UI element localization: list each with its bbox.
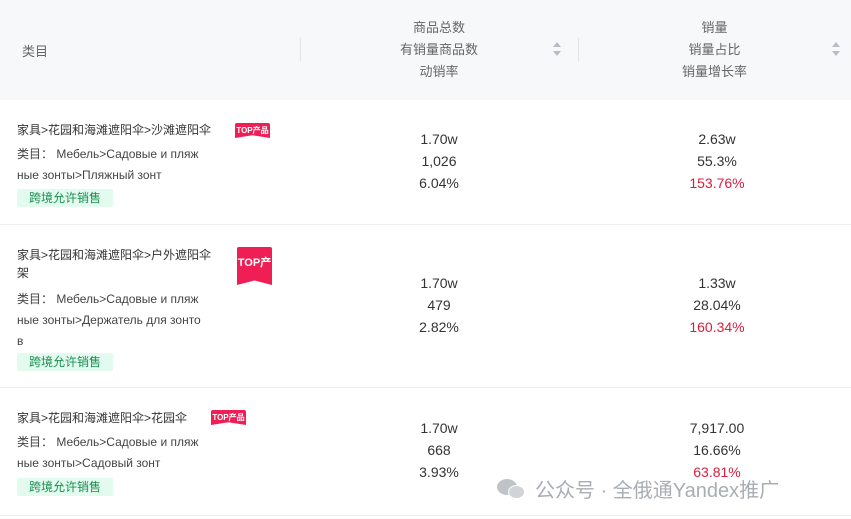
- sales-values: 1.33w 28.04% 160.34%: [578, 272, 851, 338]
- category-subtitle: 类目： Мебель>Садовые и пляж ные зонты>Пляж…: [17, 147, 199, 182]
- total-values: 1.70w 1,026 6.04%: [300, 128, 578, 194]
- cross-border-badge: 跨境允许销售: [17, 189, 114, 207]
- products-with-sales: 1,026: [421, 153, 457, 169]
- table-row[interactable]: 家具>花园和海滩遮阳伞>户外遮阳伞 架 TOP产品 类目： Мебель>Сад…: [0, 225, 851, 388]
- product-total: 1.70w: [420, 275, 458, 291]
- header-sales-column: 销量 销量占比 销量增长率: [578, 0, 851, 100]
- category-path[interactable]: 家具>花园和海滩遮阳伞>户外遮阳伞 架: [17, 246, 229, 282]
- watermark-text: 公众号 · 全俄通Yandex推广: [535, 480, 780, 502]
- header-total-column: 商品总数 有销量商品数 动销率: [300, 0, 578, 100]
- header-growth-label: 销量增长率: [681, 64, 747, 79]
- top-product-tag: TOP产品: [237, 247, 272, 285]
- cross-border-badge: 跨境允许销售: [17, 478, 114, 496]
- sales-share: 28.04%: [693, 297, 741, 313]
- wechat-icon: [497, 477, 527, 501]
- sales-values: 2.63w 55.3% 153.76%: [578, 128, 851, 194]
- products-with-sales: 668: [427, 442, 451, 458]
- sales-volume: 2.63w: [698, 131, 736, 147]
- header-share-label: 销量占比: [688, 42, 741, 57]
- sort-total-icon[interactable]: [553, 42, 561, 56]
- total-values: 1.70w 479 2.82%: [300, 272, 578, 338]
- table-header: 类目 商品总数 有销量商品数 动销率 销量 销量占比 销量增长率: [0, 0, 851, 100]
- category-subtitle: 类目： Мебель>Садовые и пляж ные зонты>Садо…: [17, 435, 199, 470]
- sales-volume: 7,917.00: [689, 420, 745, 436]
- cross-border-badge: 跨境允许销售: [17, 353, 114, 371]
- category-subtitle: 类目： Мебель>Садовые и пляж ные зонты>Держ…: [17, 292, 201, 348]
- header-sell-rate-label: 动销率: [419, 64, 459, 79]
- header-with-sales-label: 有销量商品数: [399, 42, 478, 57]
- product-total: 1.70w: [420, 131, 458, 147]
- category-path[interactable]: 家具>花园和海滩遮阳伞>花园伞: [17, 409, 229, 427]
- sales-volume: 1.33w: [698, 275, 736, 291]
- sell-through-rate: 2.82%: [419, 319, 459, 335]
- products-with-sales: 479: [427, 297, 451, 313]
- watermark: 公众号 · 全俄通Yandex推广: [497, 474, 779, 503]
- sales-growth: 160.34%: [689, 319, 745, 335]
- sales-share: 16.66%: [693, 442, 741, 458]
- header-total-label: 商品总数: [412, 20, 465, 35]
- header-category: 类目: [22, 43, 49, 59]
- sell-through-rate: 6.04%: [419, 175, 459, 191]
- table-row[interactable]: 家具>花园和海滩遮阳伞>沙滩遮阳伞 TOP产品 类目： Мебель>Садов…: [0, 100, 851, 225]
- category-path[interactable]: 家具>花园和海滩遮阳伞>沙滩遮阳伞: [17, 121, 229, 139]
- product-total: 1.70w: [420, 420, 458, 436]
- top-product-tag: TOP产品: [235, 123, 270, 138]
- sort-sales-icon[interactable]: [832, 42, 840, 56]
- header-sales-label: 销量: [701, 20, 728, 35]
- sales-share: 55.3%: [697, 153, 737, 169]
- sales-growth: 153.76%: [689, 175, 745, 191]
